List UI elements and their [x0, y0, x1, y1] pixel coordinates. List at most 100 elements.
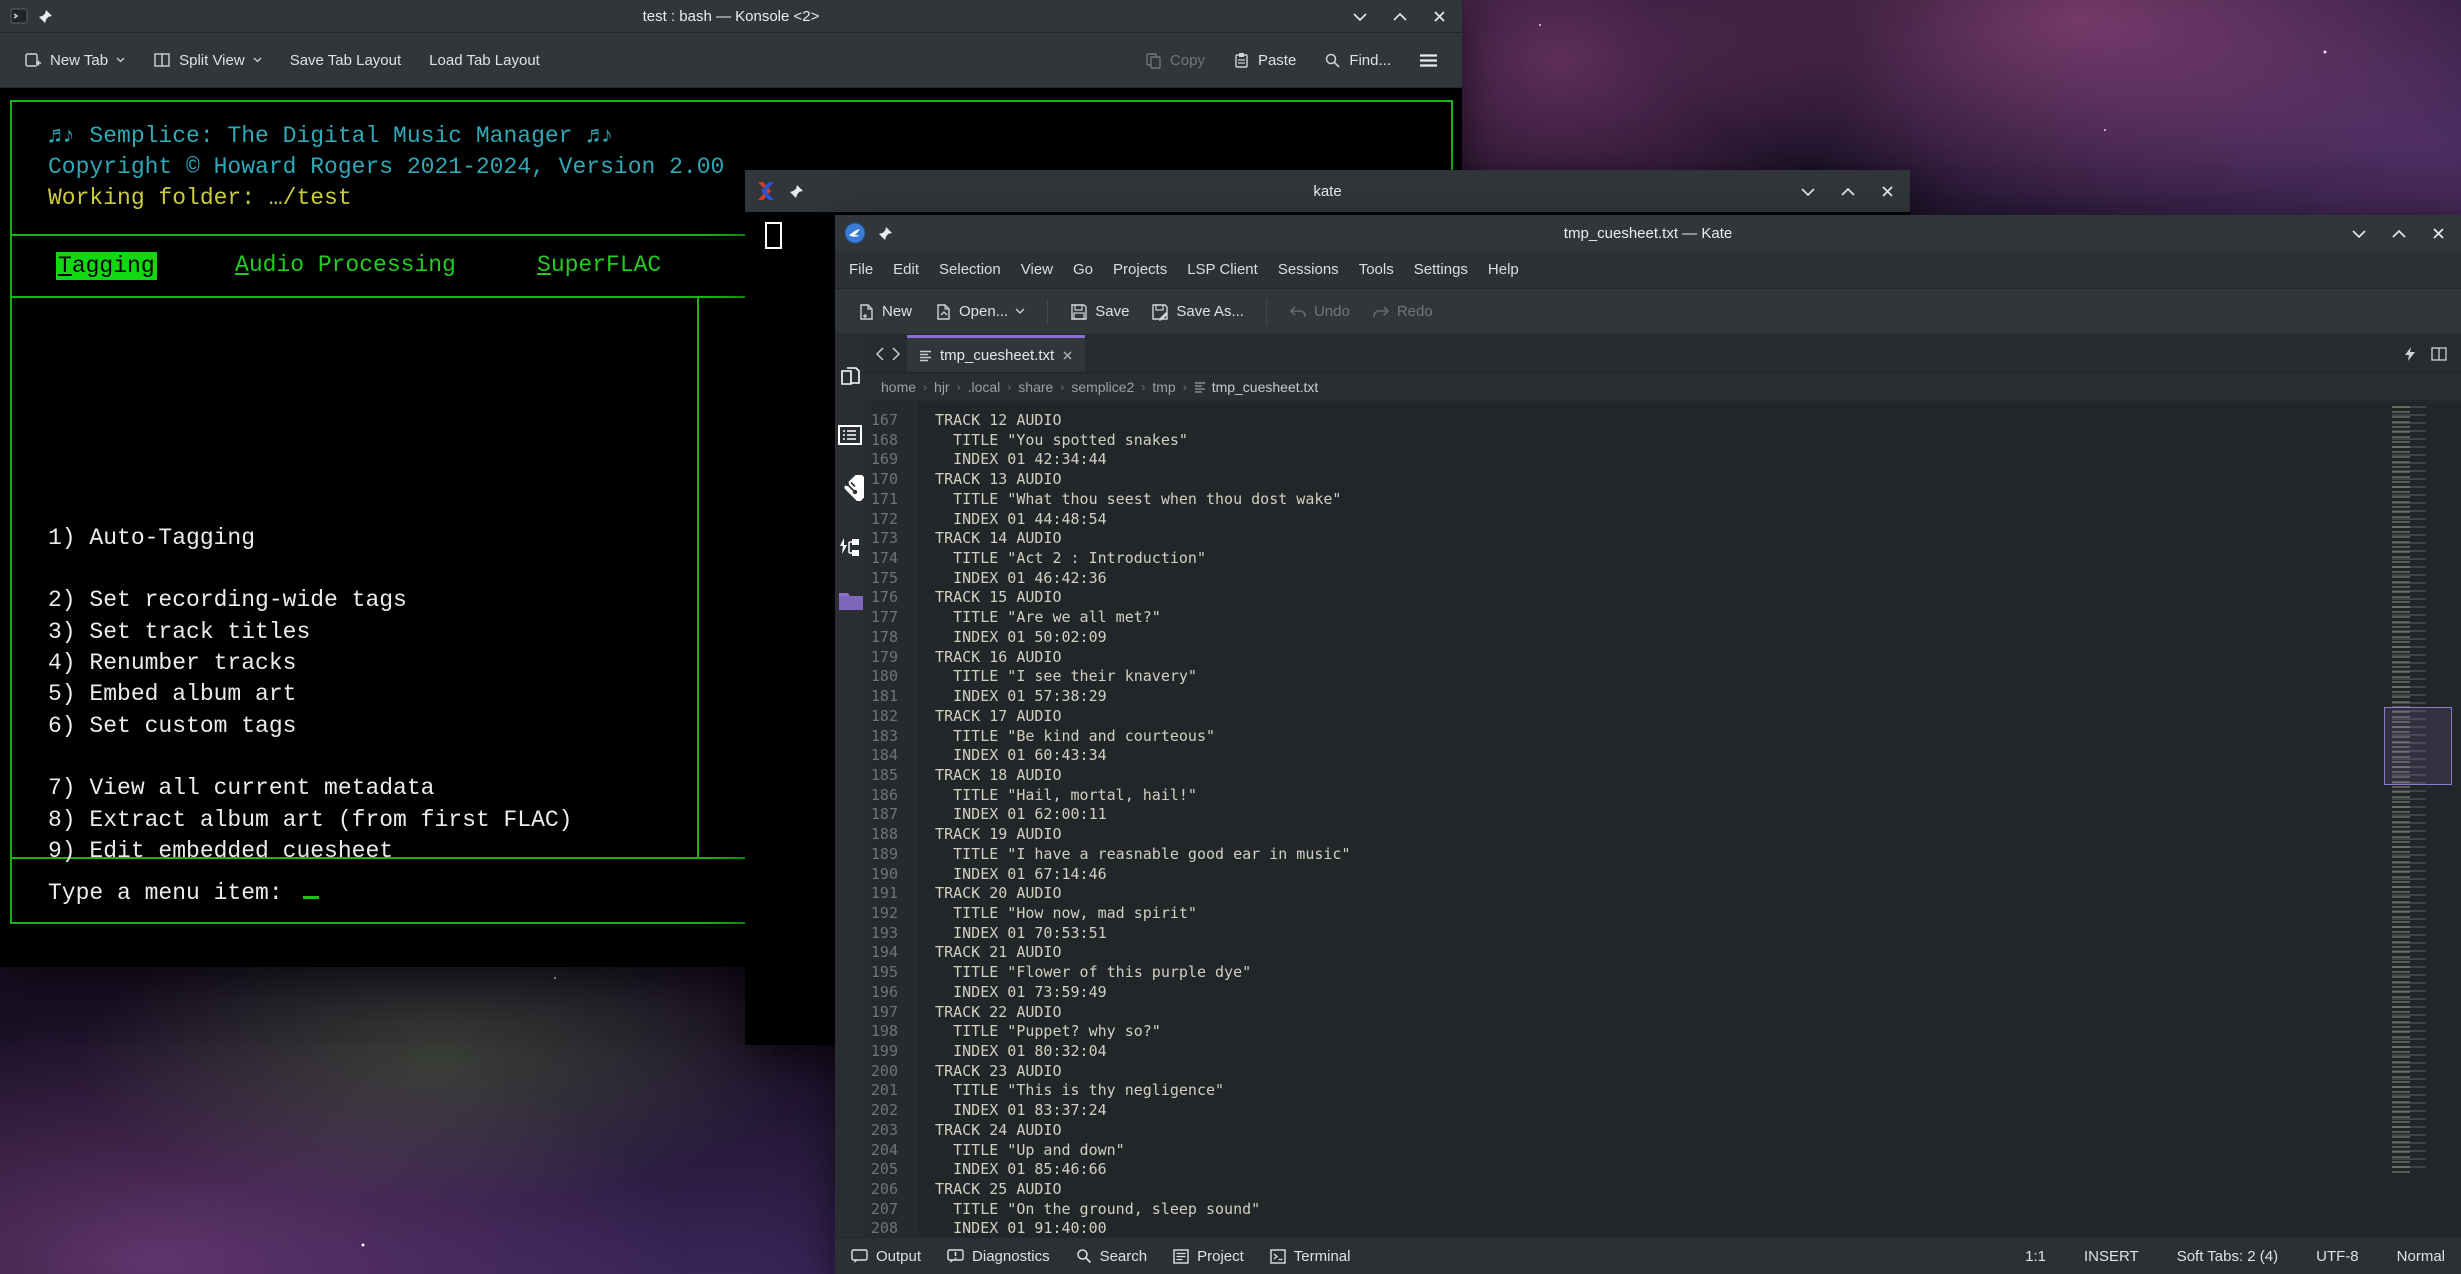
menu-item[interactable]: Settings: [1404, 255, 1478, 284]
tui-menu-item[interactable]: 3) Set track titles: [48, 617, 573, 648]
tui-menu-item[interactable]: 5) Embed album art: [48, 679, 573, 710]
find-button[interactable]: Find...: [1314, 44, 1401, 77]
editor-line[interactable]: 187 INDEX 01 62:00:11: [865, 805, 2381, 825]
breadcrumb-item[interactable]: share: [1018, 379, 1053, 395]
close-icon[interactable]: [1881, 185, 1894, 198]
tab-next-icon[interactable]: [891, 347, 901, 361]
breadcrumb-file[interactable]: tmp_cuesheet.txt: [1194, 379, 1319, 395]
pin-icon[interactable]: [789, 184, 804, 199]
save-button[interactable]: Save: [1062, 297, 1137, 327]
tui-prompt[interactable]: Type a menu item:: [48, 879, 319, 906]
editor-line[interactable]: 192 TITLE "How now, mad spirit": [865, 904, 2381, 924]
editor-line[interactable]: 181 INDEX 01 57:38:29: [865, 687, 2381, 707]
editor-line[interactable]: 177 TITLE "Are we all met?": [865, 608, 2381, 628]
editor-line[interactable]: 199 INDEX 01 80:32:04: [865, 1042, 2381, 1062]
editor-line[interactable]: 169 INDEX 01 42:34:44: [865, 450, 2381, 470]
xterm-titlebar[interactable]: kate: [745, 170, 1910, 212]
tui-tab-superflac[interactable]: SuperFLAC: [537, 252, 661, 278]
minimap-viewport[interactable]: [2384, 707, 2452, 785]
highlight-mode[interactable]: Normal: [2397, 1248, 2445, 1265]
editor-line[interactable]: 186 TITLE "Hail, mortal, hail!": [865, 786, 2381, 806]
breadcrumb-item[interactable]: home: [881, 379, 916, 395]
menu-item[interactable]: File: [839, 255, 883, 284]
breadcrumb-item[interactable]: .local: [968, 379, 1001, 395]
editor-line[interactable]: 170 TRACK 13 AUDIO: [865, 470, 2381, 490]
output-button[interactable]: Output: [851, 1248, 921, 1265]
symbols-list-icon[interactable]: [838, 425, 862, 445]
editor-line[interactable]: 178 INDEX 01 50:02:09: [865, 628, 2381, 648]
menu-item[interactable]: Sessions: [1268, 255, 1349, 284]
editor-line[interactable]: 180 TITLE "I see their knavery": [865, 667, 2381, 687]
cursor-position[interactable]: 1:1: [2025, 1248, 2046, 1265]
documents-icon[interactable]: [838, 365, 862, 389]
menu-item[interactable]: Selection: [929, 255, 1011, 284]
search-button[interactable]: Search: [1076, 1248, 1148, 1265]
editor-line[interactable]: 183 TITLE "Be kind and courteous": [865, 727, 2381, 747]
tab-prev-icon[interactable]: [875, 347, 885, 361]
editor-line[interactable]: 204 TITLE "Up and down": [865, 1141, 2381, 1161]
editor-line[interactable]: 171 TITLE "What thou seest when thou dos…: [865, 490, 2381, 510]
project-button[interactable]: Project: [1173, 1248, 1244, 1265]
paste-button[interactable]: Paste: [1223, 44, 1306, 77]
breadcrumb-item[interactable]: semplice2: [1071, 379, 1134, 395]
editor-line[interactable]: 184 INDEX 01 60:43:34: [865, 746, 2381, 766]
editor-line[interactable]: 190 INDEX 01 67:14:46: [865, 865, 2381, 885]
lsp-diagnostics-icon[interactable]: [838, 537, 862, 559]
menu-item[interactable]: Help: [1478, 255, 1529, 284]
filesystem-folder-icon[interactable]: [838, 589, 864, 611]
new-tab-button[interactable]: New Tab: [14, 43, 135, 77]
editor-line[interactable]: 197 TRACK 22 AUDIO: [865, 1003, 2381, 1023]
editor-line[interactable]: 205 INDEX 01 85:46:66: [865, 1160, 2381, 1180]
editor-line[interactable]: 168 TITLE "You spotted snakes": [865, 431, 2381, 451]
editor-line[interactable]: 185 TRACK 18 AUDIO: [865, 766, 2381, 786]
menu-item[interactable]: View: [1011, 255, 1063, 284]
tui-menu-item[interactable]: [48, 742, 573, 773]
git-icon[interactable]: [838, 475, 864, 501]
editor-line[interactable]: 191 TRACK 20 AUDIO: [865, 884, 2381, 904]
breadcrumb-item[interactable]: tmp: [1152, 379, 1175, 395]
load-tab-layout-button[interactable]: Load Tab Layout: [419, 44, 550, 77]
split-view-button[interactable]: Split View: [143, 43, 272, 77]
tui-menu-item[interactable]: 9) Edit embedded cuesheet: [48, 836, 573, 867]
tui-menu-item[interactable]: 2) Set recording-wide tags: [48, 585, 573, 616]
save-as-button[interactable]: Save As...: [1143, 297, 1252, 327]
tab-close-icon[interactable]: [1062, 350, 1073, 361]
tui-menu-item[interactable]: 1) Auto-Tagging: [48, 523, 573, 554]
close-icon[interactable]: [1433, 10, 1446, 23]
editor-line[interactable]: 198 TITLE "Puppet? why so?": [865, 1022, 2381, 1042]
editor-line[interactable]: 189 TITLE "I have a reasnable good ear i…: [865, 845, 2381, 865]
terminal-button[interactable]: Terminal: [1270, 1248, 1351, 1265]
editor-line[interactable]: 196 INDEX 01 73:59:49: [865, 983, 2381, 1003]
editor-line[interactable]: 193 INDEX 01 70:53:51: [865, 924, 2381, 944]
minimap-scrollbar[interactable]: [2384, 406, 2456, 1233]
editor-line[interactable]: 200 TRACK 23 AUDIO: [865, 1062, 2381, 1082]
input-mode[interactable]: INSERT: [2084, 1248, 2139, 1265]
editor-line[interactable]: 167 TRACK 12 AUDIO: [865, 411, 2381, 431]
diagnostics-button[interactable]: Diagnostics: [947, 1248, 1050, 1265]
tui-menu-item[interactable]: 7) View all current metadata: [48, 773, 573, 804]
split-view-icon[interactable]: [2431, 347, 2447, 361]
minimize-icon[interactable]: [1801, 187, 1815, 196]
editor-line[interactable]: 175 INDEX 01 46:42:36: [865, 569, 2381, 589]
kate-titlebar[interactable]: tmp_cuesheet.txt — Kate: [835, 215, 2461, 251]
menu-item[interactable]: Projects: [1103, 255, 1177, 284]
pin-icon[interactable]: [38, 9, 53, 24]
new-button[interactable]: New: [849, 297, 920, 327]
maximize-icon[interactable]: [2392, 229, 2406, 238]
menu-item[interactable]: Edit: [883, 255, 929, 284]
editor-line[interactable]: 201 TITLE "This is thy negligence": [865, 1081, 2381, 1101]
kate-editor-area[interactable]: 167 TRACK 12 AUDIO 168 TITLE "You spotte…: [835, 402, 2461, 1237]
pin-icon[interactable]: [878, 226, 893, 241]
redo-button[interactable]: Redo: [1364, 297, 1441, 326]
editor-line[interactable]: 188 TRACK 19 AUDIO: [865, 825, 2381, 845]
editor-line[interactable]: 203 TRACK 24 AUDIO: [865, 1121, 2381, 1141]
editor-line[interactable]: 202 INDEX 01 83:37:24: [865, 1101, 2381, 1121]
undo-button[interactable]: Undo: [1281, 297, 1358, 326]
konsole-titlebar[interactable]: test : bash — Konsole <2>: [0, 0, 1462, 33]
editor-line[interactable]: 194 TRACK 21 AUDIO: [865, 943, 2381, 963]
editor-line[interactable]: 206 TRACK 25 AUDIO: [865, 1180, 2381, 1200]
hamburger-menu-button[interactable]: [1409, 45, 1448, 76]
tab-tmp-cuesheet[interactable]: tmp_cuesheet.txt: [907, 335, 1085, 372]
quick-open-icon[interactable]: [2403, 346, 2417, 362]
editor-line[interactable]: 195 TITLE "Flower of this purple dye": [865, 963, 2381, 983]
